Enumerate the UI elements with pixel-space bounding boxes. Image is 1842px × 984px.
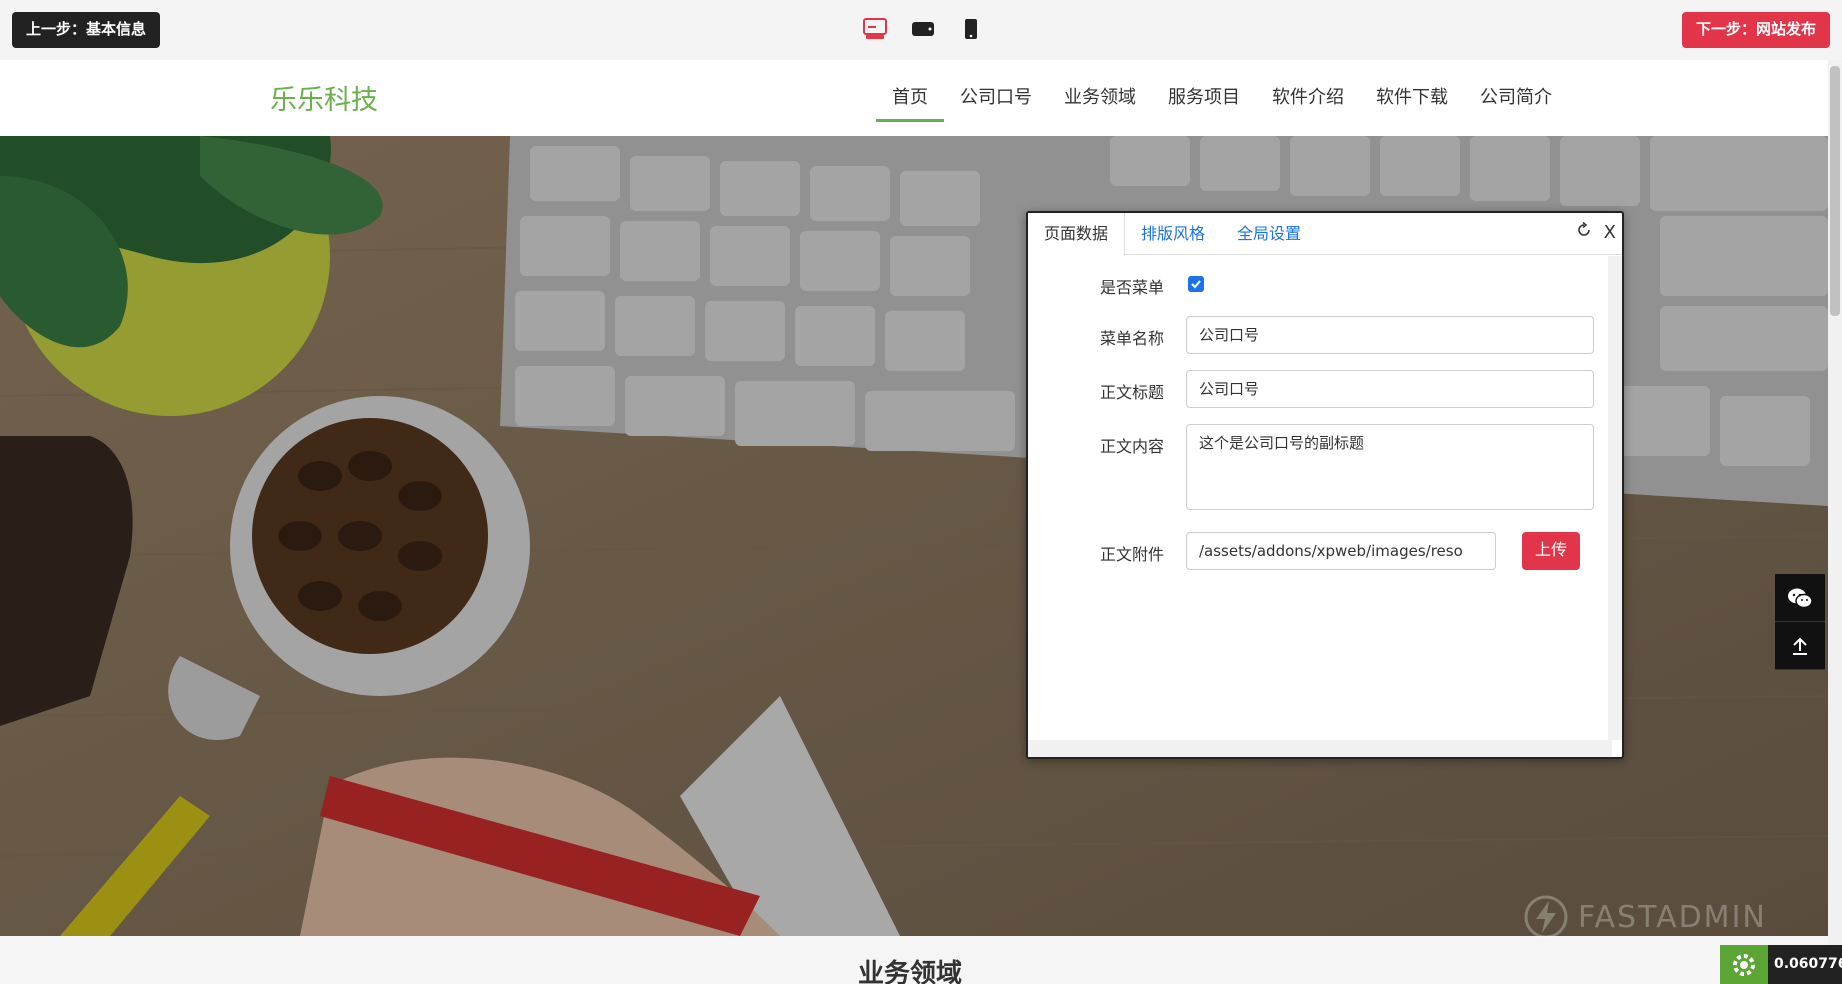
nav-item-services[interactable]: 服务项目	[1152, 60, 1256, 136]
attachment-label: 正文附件	[1100, 545, 1165, 564]
nav-item-slogan[interactable]: 公司口号	[944, 60, 1048, 136]
nav-item-software-download[interactable]: 软件下载	[1360, 60, 1464, 136]
upload-button[interactable]: 上传	[1522, 532, 1580, 570]
mobile-icon[interactable]	[958, 16, 984, 42]
close-icon[interactable]: X	[1604, 221, 1616, 245]
tab-page-data[interactable]: 页面数据	[1028, 213, 1126, 256]
dialog-body: 是否菜单 菜单名称 公司口号 正文标题 公司口号 正文内容 这个是公司口号的副标…	[1028, 256, 1612, 740]
next-step-button[interactable]: 下一步：网站发布	[1681, 12, 1830, 48]
dialog-tabs: 页面数据 排版风格 全局设置 X	[1028, 213, 1622, 256]
timer-value: 0.060776s	[1768, 945, 1842, 984]
site-nav: 首页 公司口号 业务领域 服务项目 软件介绍 软件下载 公司简介	[876, 60, 1568, 136]
page-scrollbar-thumb[interactable]	[1830, 66, 1840, 316]
tab-global-settings[interactable]: 全局设置	[1221, 213, 1317, 255]
nav-item-company-profile[interactable]: 公司简介	[1464, 60, 1568, 136]
menu-name-input[interactable]: 公司口号	[1186, 316, 1594, 354]
editor-toolbar: 上一步：基本信息 下一步：网站发布	[0, 0, 1842, 60]
check-icon	[1191, 280, 1201, 289]
desktop-icon[interactable]	[862, 16, 888, 42]
tablet-icon[interactable]	[910, 16, 936, 42]
section-heading-business: 业务领域	[858, 959, 963, 984]
site-header: 乐乐科技 首页 公司口号 业务领域 服务项目 软件介绍 软件下载 公司简介	[0, 60, 1828, 136]
wechat-icon	[1788, 588, 1813, 608]
device-switcher	[862, 14, 984, 44]
field-menu-name: 菜单名称 公司口号	[1028, 316, 1612, 354]
menu-name-label: 菜单名称	[1100, 329, 1165, 348]
field-is-menu: 是否菜单	[1028, 272, 1612, 297]
title-label: 正文标题	[1100, 383, 1165, 402]
fastadmin-watermark: FASTADMIN	[1524, 895, 1767, 939]
nav-item-business[interactable]: 业务领域	[1048, 60, 1152, 136]
page-timer-badge: 0.060776s	[1720, 945, 1842, 984]
back-to-top-button[interactable]	[1775, 622, 1825, 670]
field-content: 正文内容 这个是公司口号的副标题	[1028, 424, 1612, 510]
is-menu-checkbox[interactable]	[1188, 276, 1204, 292]
attachment-input[interactable]: /assets/addons/xpweb/images/reso	[1186, 532, 1496, 570]
content-textarea[interactable]: 这个是公司口号的副标题	[1186, 424, 1594, 510]
nav-item-home[interactable]: 首页	[876, 60, 944, 136]
field-title: 正文标题 公司口号	[1028, 370, 1612, 408]
content-label: 正文内容	[1100, 437, 1165, 456]
lightning-icon	[1524, 895, 1568, 939]
dialog-horizontal-scrollbar[interactable]	[1028, 740, 1612, 757]
page-scrollbar[interactable]	[1828, 60, 1842, 984]
is-menu-label: 是否菜单	[1100, 278, 1165, 297]
page-data-dialog: 页面数据 排版风格 全局设置 X 是否菜单 菜单名称 公司口号 正文标题 公司口…	[1026, 211, 1624, 759]
tab-layout-style[interactable]: 排版风格	[1125, 213, 1221, 255]
watermark-text: FASTADMIN	[1578, 899, 1767, 935]
site-logo[interactable]: 乐乐科技	[270, 78, 378, 117]
title-input[interactable]: 公司口号	[1186, 370, 1594, 408]
wechat-button[interactable]	[1775, 574, 1825, 622]
field-attachment: 正文附件 /assets/addons/xpweb/images/reso 上传	[1028, 532, 1612, 570]
nav-item-software-intro[interactable]: 软件介绍	[1256, 60, 1360, 136]
prev-step-button[interactable]: 上一步：基本信息	[12, 12, 161, 48]
floating-side-buttons	[1775, 574, 1825, 670]
gear-icon	[1720, 945, 1768, 984]
arrow-up-icon	[1793, 637, 1807, 655]
dialog-vertical-scrollbar[interactable]	[1608, 256, 1622, 740]
dialog-actions: X	[1576, 221, 1616, 245]
refresh-icon[interactable]	[1576, 221, 1592, 245]
